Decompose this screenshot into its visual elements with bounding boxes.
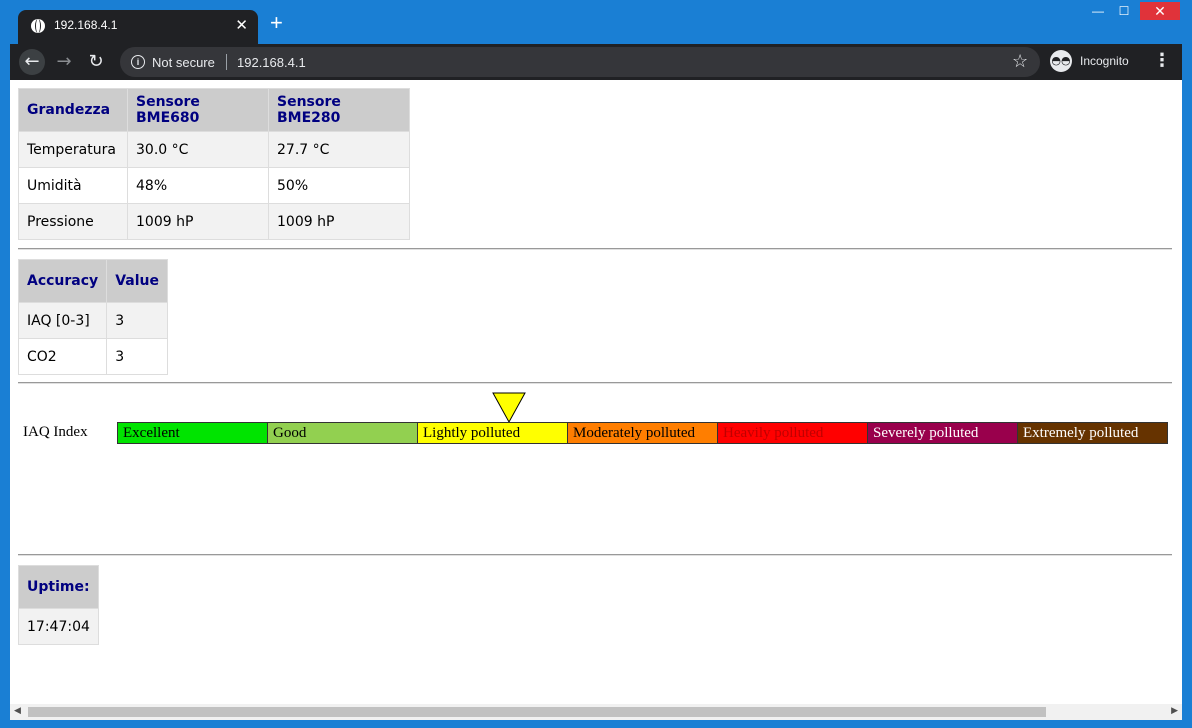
window-border — [0, 720, 1192, 728]
iaq-segment-severely-polluted: Severely polluted — [867, 422, 1018, 444]
close-window-button[interactable]: ✕ — [1140, 2, 1180, 20]
table-cell: 1009 hP — [127, 203, 269, 240]
horizontal-rule — [18, 554, 1172, 556]
table-cell: Pressione — [18, 203, 128, 240]
scroll-right-icon[interactable]: ▶ — [1171, 706, 1178, 716]
iaq-segment-excellent: Excellent — [117, 422, 268, 444]
iaq-index-label: IAQ Index — [23, 424, 88, 440]
horizontal-scrollbar[interactable]: ◀ ▶ — [10, 704, 1182, 720]
horizontal-rule — [18, 248, 1172, 250]
column-header: Sensore BME680 — [127, 88, 269, 132]
scroll-left-icon[interactable]: ◀ — [14, 706, 21, 716]
scrollbar-thumb[interactable] — [28, 707, 1046, 717]
incognito-icon[interactable]: ◓◓ — [1050, 50, 1072, 72]
security-label[interactable]: Not secure — [152, 55, 215, 70]
divider — [226, 54, 227, 70]
forward-arrow-icon[interactable]: → — [51, 49, 77, 75]
table-cell: Umidità — [18, 167, 128, 204]
table-header-row: Uptime: — [18, 565, 99, 609]
table-row: Pressione 1009 hP 1009 hP — [18, 203, 410, 240]
iaq-segment-extremely-polluted: Extremely polluted — [1017, 422, 1168, 444]
accuracy-table: Accuracy Value IAQ [0-3] 3 CO2 3 — [17, 259, 168, 375]
column-header: Grandezza — [18, 88, 128, 132]
new-tab-button[interactable]: + — [270, 12, 283, 34]
table-header-row: Accuracy Value — [17, 259, 168, 303]
column-header: Sensore BME280 — [268, 88, 410, 132]
table-cell: 30.0 °C — [127, 131, 269, 168]
table-row: CO2 3 — [17, 338, 168, 375]
table-row: IAQ [0-3] 3 — [17, 302, 168, 339]
iaq-segment-lightly-polluted: Lightly polluted — [417, 422, 568, 444]
iaq-segment-heavily-polluted: Heavily polluted — [717, 422, 868, 444]
table-cell: CO2 — [17, 338, 108, 375]
url-text[interactable]: 192.168.4.1 — [237, 55, 306, 70]
window-titlebar: 192.168.4.1 ✕ + — ☐ ✕ — [0, 0, 1192, 44]
current-level-marker — [492, 392, 526, 424]
horizontal-rule — [18, 382, 1172, 384]
column-header: Accuracy — [17, 259, 108, 303]
table-cell: 50% — [268, 167, 410, 204]
marker-triangle — [492, 392, 526, 424]
tab-title: 192.168.4.1 — [54, 18, 118, 32]
maximize-button[interactable]: ☐ — [1110, 2, 1138, 20]
uptime-value: 17:47:04 — [18, 608, 99, 645]
table-row: Umidità 48% 50% — [18, 167, 410, 204]
incognito-label[interactable]: Incognito — [1080, 54, 1129, 68]
table-cell: Temperatura — [18, 131, 128, 168]
table-cell: 3 — [106, 302, 168, 339]
table-cell: IAQ [0-3] — [17, 302, 108, 339]
reload-icon[interactable]: ↻ — [83, 49, 109, 75]
page-viewport: Grandezza Sensore BME680 Sensore BME280 … — [10, 80, 1182, 704]
table-cell: 48% — [127, 167, 269, 204]
minimize-button[interactable]: — — [1084, 2, 1112, 20]
info-icon[interactable]: i — [131, 55, 145, 69]
kebab-menu-icon[interactable]: ⋮ — [1153, 50, 1171, 71]
iaq-segment-moderately-polluted: Moderately polluted — [567, 422, 718, 444]
globe-icon — [31, 19, 45, 33]
browser-toolbar: ← → ↻ i Not secure 192.168.4.1 ☆ ◓◓ Inco… — [10, 44, 1182, 80]
back-arrow-icon[interactable]: ← — [19, 49, 45, 75]
sensors-table: Grandezza Sensore BME680 Sensore BME280 … — [18, 88, 410, 240]
close-tab-icon[interactable]: ✕ — [235, 16, 248, 34]
bookmark-star-icon[interactable]: ☆ — [1012, 51, 1028, 72]
uptime-header: Uptime: — [18, 565, 99, 609]
column-header: Value — [106, 259, 168, 303]
table-row: 17:47:04 — [18, 608, 99, 645]
address-bar[interactable]: i Not secure 192.168.4.1 ☆ — [120, 47, 1040, 77]
table-cell: 27.7 °C — [268, 131, 410, 168]
uptime-table: Uptime: 17:47:04 — [18, 565, 99, 645]
table-cell: 1009 hP — [268, 203, 410, 240]
table-row: Temperatura 30.0 °C 27.7 °C — [18, 131, 410, 168]
table-cell: 3 — [106, 338, 168, 375]
table-header-row: Grandezza Sensore BME680 Sensore BME280 — [18, 88, 410, 132]
iaq-segment-good: Good — [267, 422, 418, 444]
browser-tab[interactable]: 192.168.4.1 ✕ — [18, 10, 258, 44]
